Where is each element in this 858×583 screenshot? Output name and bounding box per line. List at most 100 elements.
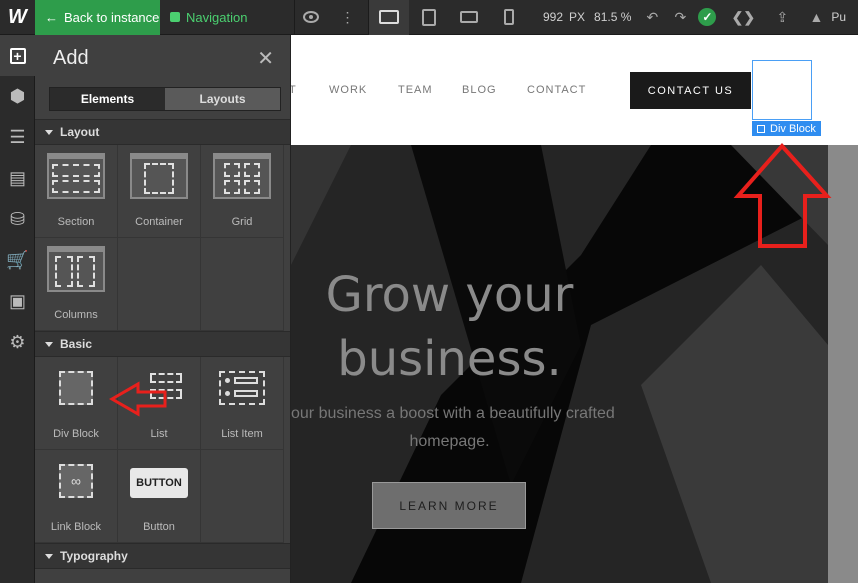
- status-check-icon[interactable]: ✓: [691, 0, 723, 35]
- container-icon: [130, 153, 188, 199]
- redo-icon[interactable]: ↷: [669, 0, 691, 35]
- nav-link-contact[interactable]: CONTACT: [527, 84, 586, 96]
- element-div-block[interactable]: Div Block: [35, 357, 118, 450]
- add-panel-icon[interactable]: +: [0, 35, 35, 76]
- close-icon[interactable]: ✕: [257, 46, 274, 71]
- selected-tag-label: Div Block: [770, 122, 816, 135]
- navigator-label: Navigation: [186, 9, 248, 25]
- element-button[interactable]: BUTTON Button: [118, 450, 201, 543]
- canvas-width-unit: PX: [569, 10, 586, 24]
- add-elements-panel: Add ✕ Elements Layouts Layout Section Co…: [35, 35, 291, 583]
- canvas-width: 992: [543, 10, 564, 24]
- empty-cell: [201, 450, 284, 543]
- element-columns[interactable]: Columns: [35, 238, 118, 331]
- zoom-level: 81.5 %: [594, 10, 632, 24]
- back-label: Back to instance: [64, 9, 160, 25]
- nav-link-blog[interactable]: BLOG: [462, 84, 497, 96]
- arrow-left-icon: ←: [45, 9, 58, 25]
- webflow-logo-icon[interactable]: W: [0, 0, 35, 35]
- contact-us-button[interactable]: CONTACT US: [630, 72, 751, 109]
- site-navbar[interactable]: T WORK TEAM BLOG CONTACT CONTACT US Div …: [291, 35, 858, 145]
- div-block-icon: [59, 371, 93, 405]
- grid-icon: [213, 153, 271, 199]
- element-label: Columns: [54, 309, 98, 321]
- section-icon: [47, 153, 105, 199]
- hero-title-line-1: Grow your: [325, 267, 574, 323]
- element-label: Div Block: [53, 428, 99, 440]
- tab-layouts[interactable]: Layouts: [165, 88, 280, 110]
- section-label: Typography: [60, 549, 128, 563]
- panel-title: Add: [53, 46, 89, 69]
- element-link-block[interactable]: ∞ Link Block: [35, 450, 118, 543]
- section-label: Basic: [60, 337, 93, 351]
- element-list-item[interactable]: List Item: [201, 357, 284, 450]
- empty-cell: [118, 238, 201, 331]
- left-icon-rail: + ⬢ ☰ ▤ ⛁ 🛒 ▣ ⚙: [0, 35, 35, 583]
- nav-link-team[interactable]: TEAM: [398, 84, 433, 96]
- more-options-icon[interactable]: ⋮: [327, 0, 369, 35]
- columns-icon: [47, 246, 105, 292]
- undo-icon[interactable]: ↶: [635, 0, 669, 35]
- back-to-instance-button[interactable]: ← Back to instance: [35, 0, 160, 35]
- nav-link-partial[interactable]: T: [291, 84, 297, 96]
- pages-icon[interactable]: ▤: [0, 158, 35, 199]
- webflow-designer: W ← Back to instance Navigation ⋮ 992 PX…: [0, 0, 858, 583]
- hero-subtitle[interactable]: our business a boost with a beautifully …: [291, 400, 615, 456]
- publish-label[interactable]: Pu: [831, 10, 846, 24]
- element-label: Section: [57, 216, 95, 228]
- element-label: Container: [135, 216, 183, 228]
- ecommerce-cart-icon[interactable]: 🛒: [0, 240, 35, 281]
- hero-subtitle-line-1: our business a boost with a beautifully …: [291, 405, 615, 422]
- learn-more-button[interactable]: LEARN MORE: [372, 482, 526, 529]
- nav-link-work[interactable]: WORK: [329, 84, 367, 96]
- element-container[interactable]: Container: [118, 145, 201, 238]
- selected-div-block[interactable]: [752, 60, 812, 120]
- caret-down-icon: [45, 553, 53, 559]
- tablet-breakpoint-icon[interactable]: [409, 0, 449, 35]
- assets-images-icon[interactable]: ▣: [0, 281, 35, 322]
- canvas-right-edge: [828, 145, 858, 583]
- navigator-layers-icon[interactable]: ☰: [0, 117, 35, 158]
- hero-title[interactable]: Grow your business.: [291, 263, 608, 391]
- element-label: List Item: [221, 428, 263, 440]
- button-element-icon: BUTTON: [130, 468, 188, 498]
- section-basic-header[interactable]: Basic: [35, 331, 290, 357]
- section-layout-header[interactable]: Layout: [35, 119, 290, 145]
- caret-down-icon: [45, 341, 53, 347]
- element-list[interactable]: List: [118, 357, 201, 450]
- div-square-icon: [757, 124, 765, 133]
- section-label: Layout: [60, 125, 100, 139]
- element-label: Grid: [231, 216, 253, 228]
- preview-eye-icon[interactable]: [295, 0, 327, 35]
- settings-gear-icon[interactable]: ⚙: [0, 322, 35, 363]
- design-canvas[interactable]: T WORK TEAM BLOG CONTACT CONTACT US Div …: [291, 35, 858, 583]
- hero-section[interactable]: Grow your business. our business a boost…: [291, 145, 828, 583]
- top-toolbar: W ← Back to instance Navigation ⋮ 992 PX…: [0, 0, 858, 35]
- mobile-landscape-breakpoint-icon[interactable]: [449, 0, 489, 35]
- hero-title-line-2: business.: [337, 331, 562, 387]
- navigator-button[interactable]: Navigation: [160, 0, 295, 35]
- element-label: Button: [143, 521, 175, 533]
- element-grid[interactable]: Grid: [201, 145, 284, 238]
- cube-icon: [170, 12, 180, 22]
- symbols-cube-icon[interactable]: ⬢: [0, 76, 35, 117]
- mobile-portrait-breakpoint-icon[interactable]: [489, 0, 529, 35]
- panel-tabs: Elements Layouts: [49, 87, 281, 111]
- tab-elements[interactable]: Elements: [50, 88, 165, 110]
- list-item-icon: [219, 371, 265, 405]
- panel-header: Add ✕: [35, 35, 290, 81]
- publish-icon[interactable]: ▲: [801, 0, 831, 35]
- link-block-icon: ∞: [59, 464, 93, 498]
- desktop-breakpoint-icon[interactable]: [369, 0, 409, 35]
- export-icon[interactable]: ⇪: [763, 0, 801, 35]
- selected-element-tag[interactable]: Div Block: [752, 121, 821, 136]
- hero-subtitle-line-2: homepage.: [409, 433, 490, 450]
- element-section[interactable]: Section: [35, 145, 118, 238]
- empty-cell: [201, 238, 284, 331]
- element-label: List: [150, 428, 168, 440]
- list-icon: [136, 371, 182, 405]
- section-typography-header[interactable]: Typography: [35, 543, 290, 569]
- code-icon[interactable]: ❮❯: [723, 0, 763, 35]
- cms-database-icon[interactable]: ⛁: [0, 199, 35, 240]
